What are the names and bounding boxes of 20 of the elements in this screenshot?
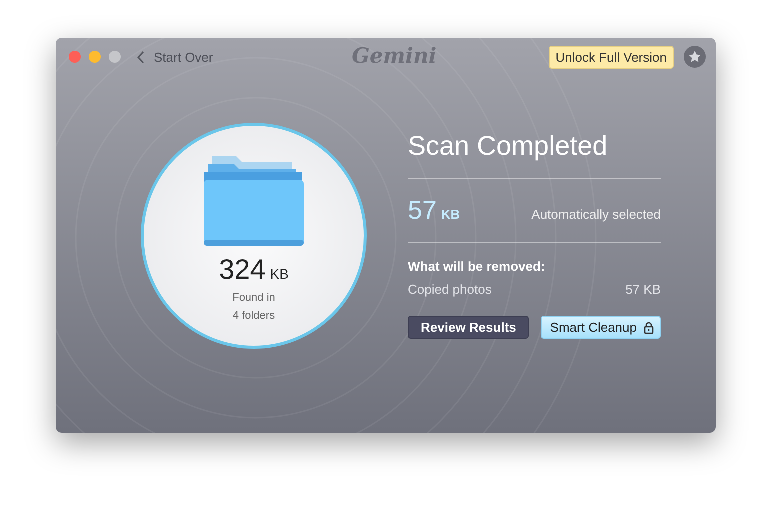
minimize-button[interactable] (89, 51, 101, 63)
item-size: 57 KB (626, 282, 661, 297)
found-size: 324 (219, 254, 266, 285)
size-unit: KB (270, 266, 289, 282)
app-logo: Gemini (352, 43, 437, 68)
chevron-left-icon (137, 50, 145, 64)
review-button[interactable]: Review Results (408, 316, 530, 339)
folder-count: 4 folders (232, 310, 276, 322)
lock-icon (644, 322, 654, 334)
selected-unit: KB (441, 207, 460, 222)
found-label: Found in (232, 292, 276, 304)
selected-size: 57 (408, 195, 437, 225)
scan-title: Scan Completed (408, 131, 609, 162)
item-name: Copied photos (408, 282, 492, 297)
unlock-button[interactable]: Unlock Full Version (548, 46, 674, 68)
zoom-button[interactable] (109, 51, 121, 63)
cleanup-button[interactable]: Smart Cleanup (541, 316, 661, 339)
removal-heading: What will be removed: (408, 259, 546, 274)
close-button[interactable] (69, 51, 81, 63)
selection-note: Automatically selected (532, 207, 661, 222)
